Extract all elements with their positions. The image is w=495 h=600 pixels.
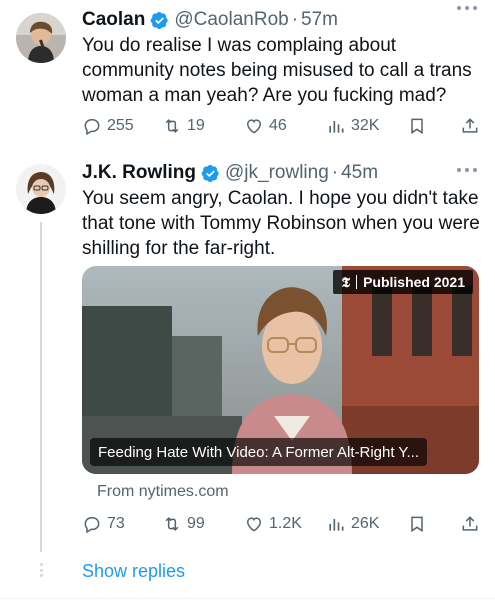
views-count: 26K xyxy=(351,515,380,532)
repost-count: 19 xyxy=(187,117,205,134)
verified-badge-icon xyxy=(150,11,169,30)
tweet-actions: 73 99 1.2K 26K xyxy=(82,512,482,536)
reply-icon xyxy=(84,119,100,136)
reply-icon xyxy=(84,517,100,534)
tweet-header: J.K. Rowling @jk_rowling · 45m xyxy=(82,160,378,186)
bookmark-button[interactable] xyxy=(407,114,432,138)
separator-dot: · xyxy=(331,162,339,183)
divider xyxy=(0,598,495,599)
more-icon[interactable] xyxy=(457,168,477,174)
thread-line xyxy=(40,222,42,552)
published-badge: 𝕿 Published 2021 xyxy=(333,270,473,294)
repost-icon xyxy=(165,119,179,133)
views-icon xyxy=(329,121,344,133)
bookmark-button[interactable] xyxy=(407,512,432,536)
reply-count: 255 xyxy=(107,117,134,134)
bookmark-icon xyxy=(411,516,423,533)
tweet-timestamp[interactable]: 45m xyxy=(341,162,378,184)
author-name[interactable]: Caolan xyxy=(82,9,145,31)
share-icon xyxy=(462,516,478,531)
reply-button[interactable]: 255 xyxy=(82,114,134,138)
views-icon xyxy=(329,519,344,531)
tweet-timestamp[interactable]: 57m xyxy=(301,9,338,31)
tweet-caolan[interactable]: Caolan @CaolanRob · 57m You do realise I… xyxy=(0,0,495,150)
views-count: 32K xyxy=(351,117,380,134)
views-button[interactable]: 26K xyxy=(326,512,379,536)
repost-button[interactable]: 99 xyxy=(162,512,205,536)
reply-count: 73 xyxy=(107,515,125,532)
more-icon[interactable] xyxy=(457,6,477,12)
repost-button[interactable]: 19 xyxy=(162,114,205,138)
show-replies-link[interactable]: Show replies xyxy=(82,561,185,582)
avatar-jk-rowling[interactable] xyxy=(16,164,66,214)
share-icon xyxy=(462,118,478,133)
bookmark-icon xyxy=(411,118,423,135)
verified-badge-icon xyxy=(201,164,220,183)
like-icon xyxy=(246,119,262,134)
link-card-source[interactable]: From nytimes.com xyxy=(97,483,229,501)
like-button[interactable]: 1.2K xyxy=(244,512,302,536)
tweet-actions: 255 19 46 32K xyxy=(82,114,482,138)
like-count: 46 xyxy=(269,117,287,134)
link-card[interactable]: 𝕿 Published 2021 Feeding Hate With Video… xyxy=(82,266,479,474)
share-button[interactable] xyxy=(460,512,485,536)
share-button[interactable] xyxy=(460,114,485,138)
avatar-caolan[interactable] xyxy=(16,13,66,63)
tweet-text: You seem angry, Caolan. I hope you didn'… xyxy=(82,188,480,259)
like-count: 1.2K xyxy=(269,515,302,532)
published-label: Published 2021 xyxy=(363,274,465,290)
link-card-title: Feeding Hate With Video: A Former Alt-Ri… xyxy=(90,438,427,466)
separator-dot: · xyxy=(291,9,299,30)
tweet-text: You do realise I was complaing about com… xyxy=(82,35,472,106)
nyt-logo-icon: 𝕿 xyxy=(341,273,351,290)
like-button[interactable]: 46 xyxy=(244,114,287,138)
repost-count: 99 xyxy=(187,515,205,532)
tweet-header: Caolan @CaolanRob · 57m xyxy=(82,7,338,33)
author-name[interactable]: J.K. Rowling xyxy=(82,162,196,184)
author-handle[interactable]: @CaolanRob xyxy=(174,9,288,31)
views-button[interactable]: 32K xyxy=(326,114,379,138)
reply-button[interactable]: 73 xyxy=(82,512,125,536)
repost-icon xyxy=(165,517,179,531)
thread-dots-icon xyxy=(40,563,44,577)
like-icon xyxy=(246,517,262,532)
author-handle[interactable]: @jk_rowling xyxy=(225,162,329,184)
